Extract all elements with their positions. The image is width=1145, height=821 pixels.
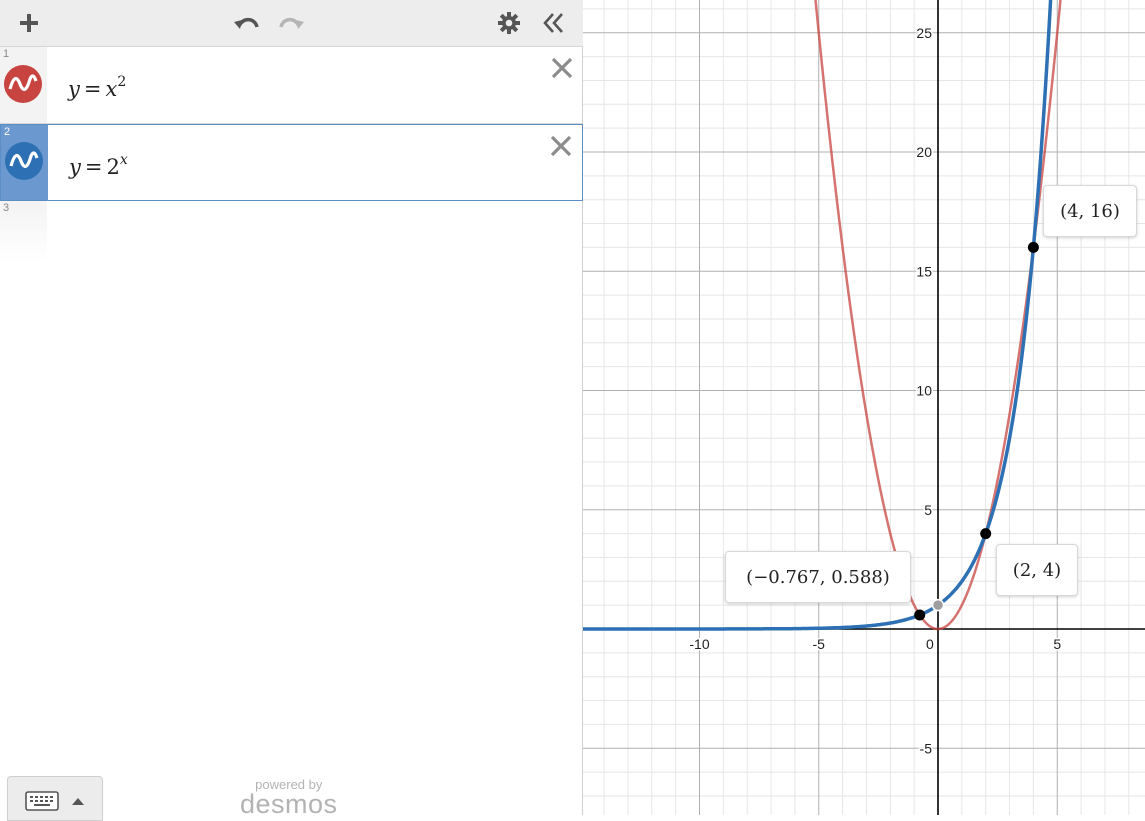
gear-icon	[498, 12, 520, 34]
expression-gutter: 1	[0, 47, 47, 123]
expression-math[interactable]: y = x2	[68, 74, 126, 101]
expression-row-empty[interactable]: 3	[0, 201, 583, 263]
caret-up-icon	[72, 798, 84, 805]
expression-number: 2	[4, 126, 11, 138]
expression-exponent: 2	[117, 74, 127, 90]
expression-row[interactable]: 2 y = 2x	[0, 124, 583, 201]
redo-button[interactable]	[275, 6, 309, 40]
keyboard-toggle-button[interactable]	[7, 776, 103, 821]
expression-base: x	[105, 77, 118, 101]
expression-equals: =	[83, 77, 102, 101]
y-tick-label: 25	[916, 25, 932, 41]
y-intercept-point[interactable]	[931, 598, 945, 612]
wave-icon	[8, 74, 38, 91]
expression-panel: 1 y = x2 2 y = 2x 3 powered by desmos	[0, 0, 583, 821]
intersection-point[interactable]	[914, 609, 926, 621]
add-item-button[interactable]	[12, 6, 46, 40]
collapse-panel-button[interactable]	[538, 6, 570, 40]
x-tick-label: 5	[1053, 636, 1061, 652]
expression-lhs: y	[69, 155, 81, 179]
undo-button[interactable]	[229, 6, 263, 40]
y-tick-label: -5	[920, 740, 933, 756]
undo-icon	[234, 17, 259, 29]
keyboard-icon	[25, 791, 59, 811]
point-label[interactable]: (−0.767, 0.588)	[725, 551, 911, 603]
expression-lhs: y	[68, 77, 80, 101]
y-tick-label: 10	[916, 383, 932, 399]
point-label[interactable]: (4, 16)	[1043, 185, 1137, 237]
expression-number: 1	[3, 48, 10, 60]
double-chevron-left-icon	[543, 13, 563, 33]
x-tick-label: -10	[689, 636, 709, 652]
expression-equals: =	[84, 155, 103, 179]
expression-exponent: x	[119, 152, 128, 168]
grid-major-lines	[583, 0, 1145, 815]
graph-canvas[interactable]: -10 -5 0 5 25 20 15 10 5 -5	[583, 0, 1145, 815]
graph-style-toggle[interactable]	[5, 142, 43, 180]
desmos-logo: desmos	[240, 789, 338, 819]
redo-icon	[279, 17, 304, 29]
y-tick-label: 20	[916, 144, 932, 160]
settings-button[interactable]	[493, 6, 525, 40]
intersection-point[interactable]	[1027, 241, 1039, 253]
expression-base: 2	[106, 155, 120, 179]
expression-row[interactable]: 1 y = x2	[0, 47, 583, 124]
graph-style-toggle[interactable]	[4, 65, 42, 103]
x-tick-label: -5	[813, 636, 826, 652]
intersection-point[interactable]	[980, 528, 992, 540]
y-tick-label: 15	[916, 263, 932, 279]
x-tick-label: 0	[926, 636, 934, 652]
y-tick-label: 5	[924, 502, 932, 518]
powered-by-desmos[interactable]: powered by desmos	[240, 778, 338, 818]
point-label[interactable]: (2, 4)	[996, 544, 1078, 596]
close-icon[interactable]	[549, 55, 575, 81]
graph-paper[interactable]: -10 -5 0 5 25 20 15 10 5 -5 (−0.767, 0.588) (2, 4…	[583, 0, 1145, 815]
expression-math[interactable]: y = 2x	[69, 152, 128, 179]
expression-number: 3	[3, 202, 10, 214]
close-icon[interactable]	[548, 133, 574, 159]
expression-toolbar	[0, 0, 583, 47]
plus-icon	[20, 14, 38, 32]
axes	[583, 0, 1145, 815]
grid-minor-lines	[583, 0, 1145, 815]
expression-gutter: 3	[0, 201, 47, 263]
expression-gutter: 2	[1, 125, 48, 200]
wave-icon	[9, 151, 39, 168]
